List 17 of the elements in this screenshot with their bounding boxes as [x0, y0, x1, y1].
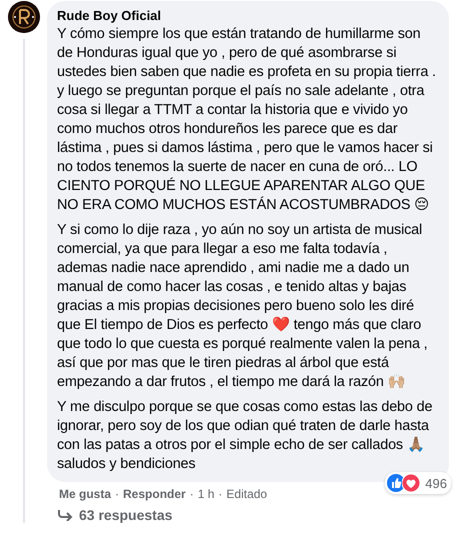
action-link[interactable]: Me gusta [59, 486, 112, 502]
comment-text: Y cómo siempre los que están tratando de humillarme son de Honduras igual que yo , pero de qué asombrarse si ustedes bien saben que nadie es profeta en su propia tierra . y luego se preguntan porque el país no sale adelante , otra cosa si llegar a TTMT a contar la historia que e vivido yo como muchos otros hondureños les parece que es dar lástima , pues si damos lástima , pero que le vamos hacer si no todos tenemos la suerte de nacer en cuna de oró... LO CIENTO PORQUÉ NO LLEGUE APARENTAR ALGO QUE NO ERA COMO MUCHOS ESTÁN ACOSTUMBRADOS 😔 [57, 25, 437, 215]
heart-icon [402, 474, 420, 492]
comment-text: Y me disculpo porque se que cosas como estas las debo de ignorar, pero soy de los que odian qué traten de darle hasta con las patas a otros por el simple echo de ser callados 🙏🏽 saludos y bendiciones [57, 398, 434, 474]
author-name[interactable]: Rude Boy Oficial [57, 7, 162, 24]
comment-text: Y si como lo dije raza , yo aún no soy un artista de musical comercial, ya que para llegar a eso me falta todavía , ademas nadie nace aprendido , ami nadie me a dado un manual de como hacer las cosas , e tenido altas y bajas gracias a mis propias decisiones pero bueno solo les diré que El tiempo de Dios es perfecto ❤ tengo más que claro que todo lo que cuesta es porqué realmente valen la pena , así que por mas que le tiren piedras al árbol que está empezando a dar frutos , el tiempo me dará la razón 🙌🏼 [57, 221, 429, 392]
avatar-icon[interactable] [8, 1, 40, 33]
meta-text: 1 h [198, 486, 214, 502]
reply-arrow-icon [57, 509, 73, 521]
separator-dot: · [190, 486, 194, 502]
reaction-summary[interactable]: 496 [385, 472, 451, 494]
replies-link[interactable]: 63 respuestas [47, 502, 461, 523]
meta-text: Editado [226, 486, 268, 502]
separator-dot: · [115, 486, 120, 502]
separator-dot: · [218, 486, 222, 502]
action-link[interactable]: Responder [123, 486, 186, 502]
reaction-count: 496 [425, 476, 447, 490]
